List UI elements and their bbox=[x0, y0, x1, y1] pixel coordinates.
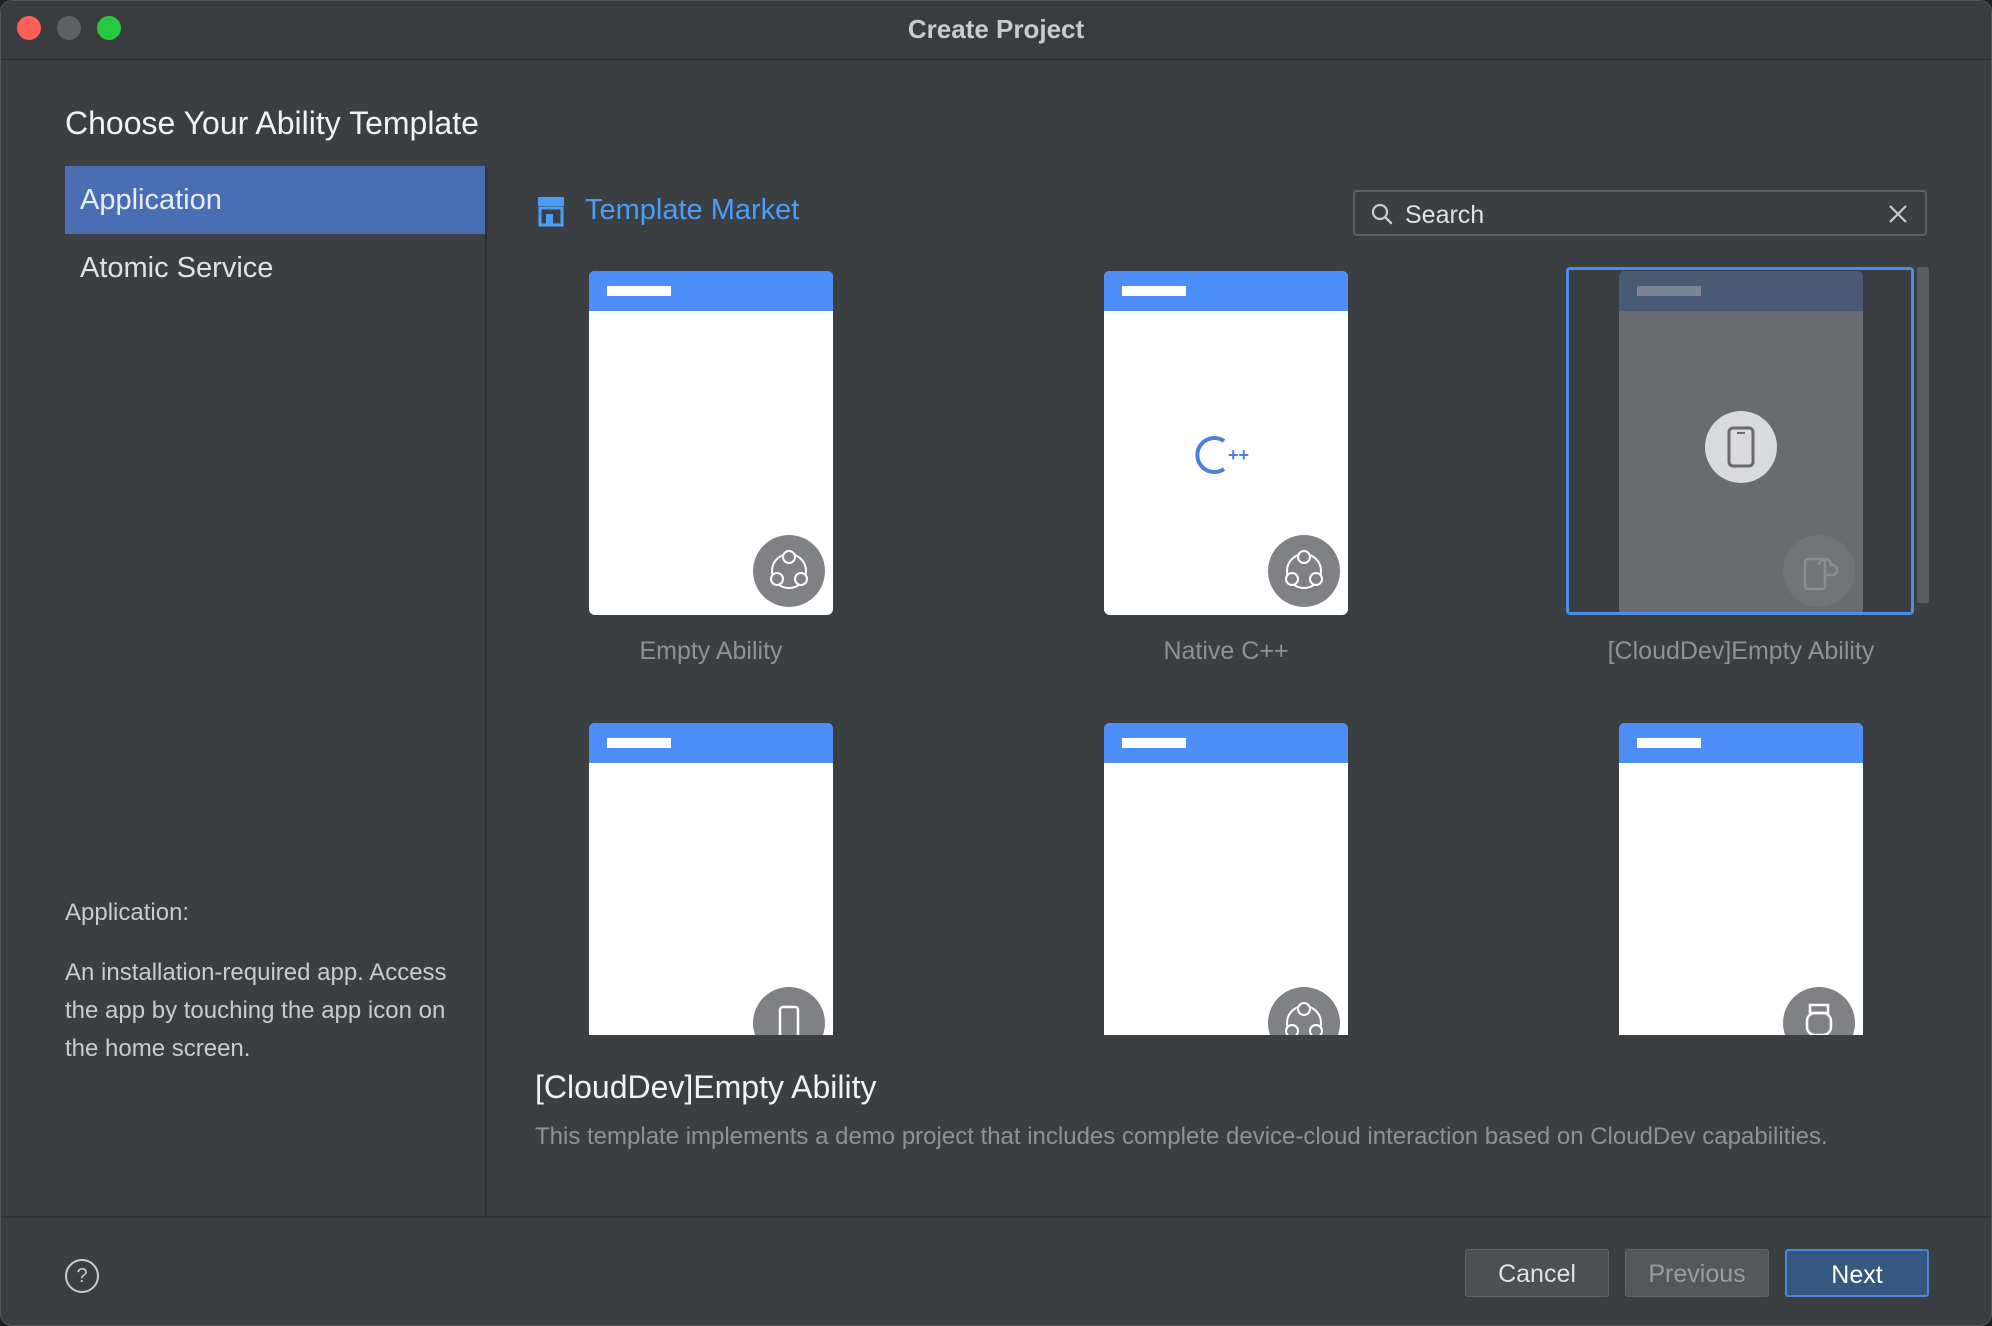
template-label: [CloudDev]Empty Ability bbox=[1607, 637, 1875, 665]
template-card-empty-ability[interactable]: Empty Ability bbox=[589, 271, 833, 665]
template-preview bbox=[1619, 271, 1863, 615]
template-preview bbox=[1619, 723, 1863, 1035]
cloud-device-icon bbox=[1783, 535, 1855, 607]
title-bar: Create Project bbox=[1, 1, 1991, 60]
template-market-link[interactable]: Template Market bbox=[537, 194, 799, 227]
category-description-title: Application: bbox=[65, 899, 190, 926]
template-market-label: Template Market bbox=[585, 194, 800, 226]
phone-icon bbox=[1705, 411, 1777, 483]
next-button[interactable]: Next bbox=[1785, 1249, 1929, 1297]
search-icon bbox=[1371, 203, 1393, 225]
watch-icon bbox=[1783, 987, 1855, 1035]
category-sidebar: Application Atomic Service bbox=[65, 166, 485, 302]
connect-nodes-icon bbox=[1268, 987, 1340, 1035]
phone-icon bbox=[753, 987, 825, 1035]
search-input[interactable] bbox=[1403, 200, 1867, 231]
selected-template-name: [CloudDev]Empty Ability bbox=[535, 1069, 877, 1105]
template-card-native-cpp[interactable]: ++ Native C++ bbox=[1104, 271, 1348, 665]
template-preview bbox=[1104, 723, 1348, 1035]
connect-nodes-icon bbox=[753, 535, 825, 607]
template-card-clouddev-empty-ability[interactable]: [CloudDev]Empty Ability bbox=[1608, 271, 1874, 665]
footer-divider bbox=[1, 1216, 1991, 1218]
cancel-button[interactable]: Cancel bbox=[1465, 1249, 1609, 1297]
create-project-dialog: Create Project Choose Your Ability Templ… bbox=[0, 0, 1992, 1326]
template-label: Native C++ bbox=[1163, 637, 1289, 665]
svg-text:++: ++ bbox=[1228, 445, 1249, 465]
template-preview: ++ bbox=[1104, 271, 1348, 615]
sidebar-divider bbox=[485, 166, 487, 1216]
page-heading: Choose Your Ability Template bbox=[65, 105, 479, 141]
sidebar-item-atomic-service[interactable]: Atomic Service bbox=[65, 234, 485, 302]
template-preview bbox=[589, 723, 833, 1035]
previous-button[interactable]: Previous bbox=[1625, 1249, 1769, 1297]
sidebar-item-application[interactable]: Application bbox=[65, 166, 485, 234]
store-icon bbox=[538, 196, 564, 226]
template-card-watch[interactable] bbox=[1619, 723, 1863, 1035]
template-preview bbox=[589, 271, 833, 615]
template-card-nodes[interactable] bbox=[1104, 723, 1348, 1035]
template-grid-scrollbar[interactable] bbox=[1917, 267, 1929, 603]
cpp-icon: ++ bbox=[1195, 436, 1249, 474]
connect-nodes-icon bbox=[1268, 535, 1340, 607]
template-label: Empty Ability bbox=[639, 637, 783, 665]
help-button[interactable]: ? bbox=[65, 1259, 99, 1293]
selected-template-description: This template implements a demo project … bbox=[535, 1123, 1828, 1150]
window-title: Create Project bbox=[907, 14, 1085, 44]
template-card-phone[interactable] bbox=[589, 723, 833, 1035]
search-box[interactable] bbox=[1353, 190, 1927, 236]
template-grid: Empty Ability ++ Native C++ [CloudDev]Em… bbox=[521, 257, 1921, 1035]
category-description: An installation-required app. Access the… bbox=[65, 959, 447, 1062]
clear-search-icon[interactable] bbox=[1887, 203, 1909, 225]
